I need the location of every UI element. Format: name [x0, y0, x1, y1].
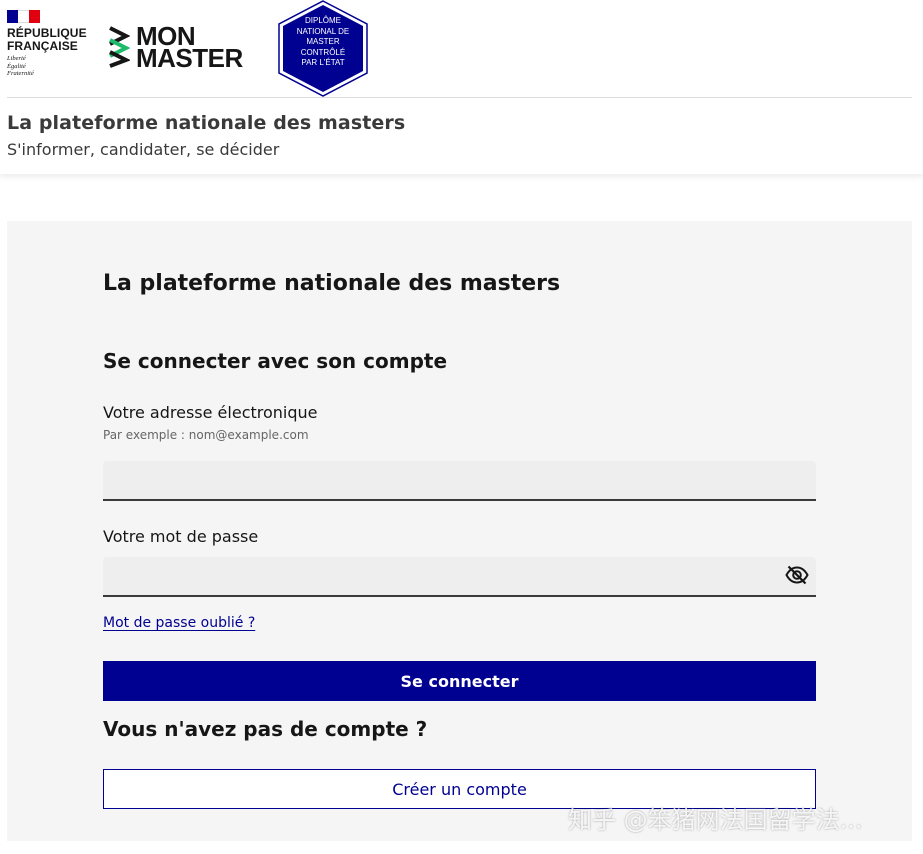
panel-title: La plateforme nationale des masters [103, 271, 561, 296]
mon-master-wordmark: MON MASTER [136, 21, 243, 73]
republique-motto: Liberté Égalité Fraternité [7, 55, 34, 77]
eye-slash-icon[interactable] [785, 563, 809, 587]
forgot-password-link[interactable]: Mot de passe oublié ? [103, 615, 255, 631]
email-hint: Par exemple : nom@example.com [103, 428, 309, 442]
french-flag-icon [7, 10, 40, 23]
site-header: RÉPUBLIQUE FRANÇAISE Liberté Égalité Fra… [0, 0, 923, 174]
mon-master-logo[interactable]: MON MASTER [108, 22, 258, 72]
password-label: Votre mot de passe [103, 527, 259, 546]
badge-text: DIPLÔME NATIONAL DE MASTER CONTRÔLÉ PAR … [296, 16, 350, 67]
zhihu-watermark: 知乎 @笨猪网法国留学法... [568, 806, 863, 834]
republique-francaise-logo[interactable]: RÉPUBLIQUE FRANÇAISE Liberté Égalité Fra… [7, 10, 92, 78]
site-tagline: S'informer, candidater, se décider [7, 140, 280, 159]
password-field[interactable] [103, 557, 816, 597]
republique-francaise-name: RÉPUBLIQUE FRANÇAISE [7, 26, 87, 53]
no-account-title: Vous n'avez pas de compte ? [103, 717, 428, 741]
header-divider [7, 97, 912, 98]
login-section-title: Se connecter avec son compte [103, 349, 448, 373]
diplome-national-badge: DIPLÔME NATIONAL DE MASTER CONTRÔLÉ PAR … [277, 0, 369, 97]
email-field[interactable] [103, 461, 816, 501]
login-button[interactable]: Se connecter [103, 661, 816, 701]
email-label: Votre adresse électronique [103, 403, 318, 422]
login-panel: La plateforme nationale des masters Se c… [7, 221, 912, 841]
mon-master-mark-icon [109, 26, 130, 68]
site-title: La plateforme nationale des masters [7, 112, 406, 134]
